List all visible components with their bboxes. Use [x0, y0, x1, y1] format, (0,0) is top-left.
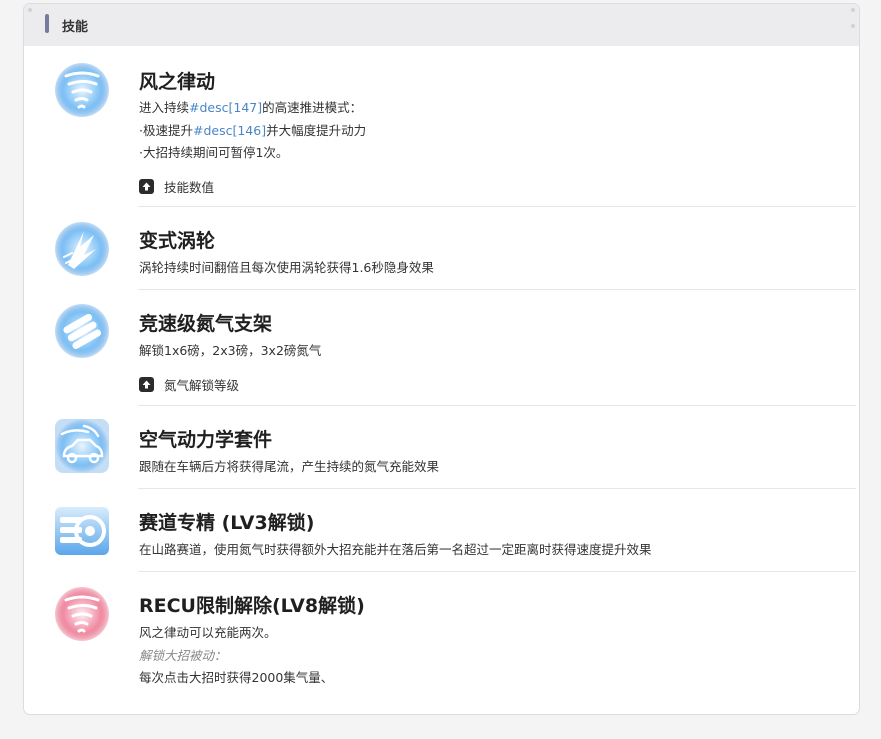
- skill-description: 涡轮持续时间翻倍且每次使用涡轮获得1.6秒隐身效果: [139, 257, 434, 280]
- desc-line: 在山路赛道，使用氮气时获得额外大招充能并在落后第一名超过一定距离时获得速度提升效…: [139, 542, 652, 557]
- corner-dot: [851, 8, 855, 12]
- skill-title: 竞速级氮气支架: [139, 313, 273, 335]
- skill-title: 赛道专精 (LV3解锁): [139, 512, 315, 534]
- skill-title: RECU限制解除(LV8解锁): [139, 595, 365, 617]
- expand-arrow-icon: [139, 377, 154, 392]
- nitro-unlock-toggle[interactable]: 氮气解锁等级: [139, 375, 239, 394]
- desc-line: 进入持续#desc[147]的高速推进模式：: [139, 100, 363, 115]
- toggle-label: 技能数值: [164, 180, 215, 195]
- skill-description: 进入持续#desc[147]的高速推进模式： ·极速提升#desc[146]并大…: [139, 97, 366, 165]
- skill-item: 风之律动 进入持续#desc[147]的高速推进模式： ·极速提升#desc[1…: [50, 58, 856, 207]
- skill-title: 变式涡轮: [139, 230, 216, 252]
- toggle-label: 氮气解锁等级: [164, 378, 240, 393]
- corner-dot: [851, 24, 855, 28]
- corner-dot: [28, 8, 32, 12]
- turbo-flame-icon: [54, 221, 110, 277]
- skill-description: 跟随在车辆后方将获得尾流，产生持续的氮气充能效果: [139, 456, 439, 479]
- desc-line: ·极速提升#desc[146]并大幅度提升动力: [139, 122, 367, 138]
- skill-item: 赛道专精 (LV3解锁) 在山路赛道，使用氮气时获得额外大招充能并在落后第一名超…: [50, 489, 856, 572]
- skill-item: 变式涡轮 涡轮持续时间翻倍且每次使用涡轮获得1.6秒隐身效果: [50, 207, 856, 290]
- desc-line: 解锁1x6磅，2x3磅，3x2磅氮气: [139, 343, 322, 358]
- red-tornado-icon: [54, 586, 110, 642]
- skill-values-toggle[interactable]: 技能数值: [139, 177, 214, 196]
- skill-description: 解锁1x6磅，2x3磅，3x2磅氮气: [139, 340, 321, 363]
- skill-description: 在山路赛道，使用氮气时获得额外大招充能并在落后第一名超过一定距离时获得速度提升效…: [139, 539, 652, 562]
- desc-line: 涡轮持续时间翻倍且每次使用涡轮获得1.6秒隐身效果: [139, 260, 434, 275]
- skill-title: 空气动力学套件: [139, 429, 273, 451]
- nitro-tanks-icon: [54, 303, 110, 359]
- aero-car-icon: [54, 418, 110, 474]
- skill-item: RECU限制解除(LV8解锁) 风之律动可以充能两次。 解锁大招被动： 每次点击…: [50, 572, 856, 692]
- skill-description: 风之律动可以充能两次。 解锁大招被动： 每次点击大招时获得2000集气量、: [139, 622, 333, 690]
- desc-line: 风之律动可以充能两次。: [139, 625, 277, 640]
- skill-title: 风之律动: [139, 71, 216, 93]
- desc-line: ·大招持续期间可暂停1次。: [139, 145, 289, 160]
- desc-line: 跟随在车辆后方将获得尾流，产生持续的氮气充能效果: [139, 459, 440, 474]
- expand-arrow-icon: [139, 179, 154, 194]
- section-title: 技能: [62, 20, 89, 35]
- skill-item: 空气动力学套件 跟随在车辆后方将获得尾流，产生持续的氮气充能效果: [50, 406, 856, 489]
- header-accent-bar: [45, 14, 49, 33]
- passive-unlock-label: 解锁大招被动：: [139, 647, 227, 663]
- desc-line: 每次点击大招时获得2000集气量、: [139, 670, 334, 685]
- tornado-icon: [54, 62, 110, 118]
- skills-panel: 技能 风之律动 进入持续#desc[147]的高速推进模式： ·极速提升#des…: [23, 3, 860, 715]
- panel-header: 技能: [24, 4, 859, 46]
- tire-icon: [54, 503, 110, 559]
- skill-item: 竞速级氮气支架 解锁1x6磅，2x3磅，3x2磅氮气 氮气解锁等级: [50, 290, 856, 406]
